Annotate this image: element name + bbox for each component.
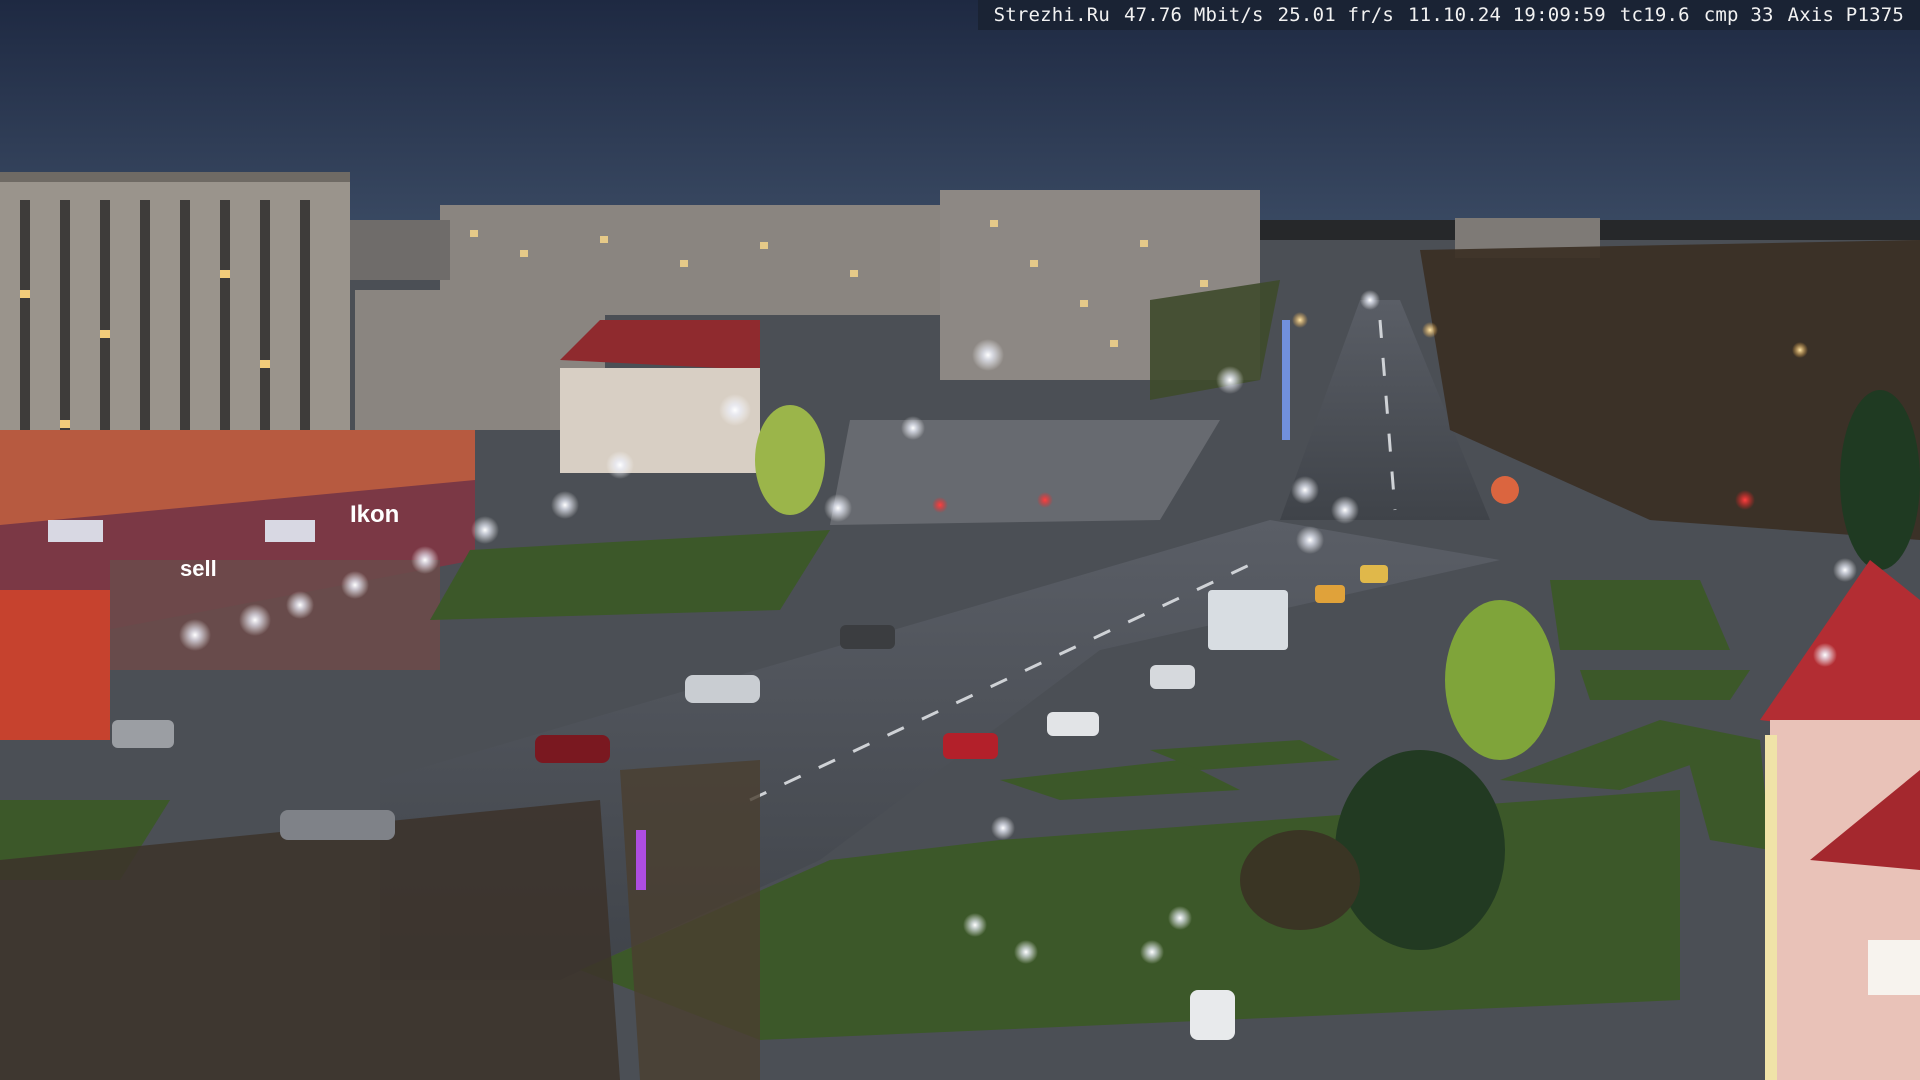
store-sign-sell: sell: [180, 556, 217, 581]
camera-osd-overlay: Strezhi.Ru 47.76 Mbit/s 25.01 fr/s 11.10.24…: [977, 0, 1920, 30]
osd-tc: tc19.6: [1619, 4, 1690, 26]
osd-framerate: 25.01 fr/s: [1277, 4, 1395, 26]
osd-site: Strezhi.Ru: [993, 4, 1110, 26]
bus: [1208, 590, 1288, 650]
osd-cmp: cmp 33: [1703, 4, 1774, 26]
osd-camera-model: Axis P1375: [1787, 4, 1904, 26]
webcam-scene: Ikon sell: [0, 0, 1920, 1080]
store-sign-ikon: Ikon: [350, 501, 399, 528]
plaza: [830, 420, 1220, 525]
osd-bitrate: 47.76 Mbit/s: [1123, 4, 1264, 26]
osd-datetime: 11.10.24 19:09:59: [1408, 4, 1606, 26]
